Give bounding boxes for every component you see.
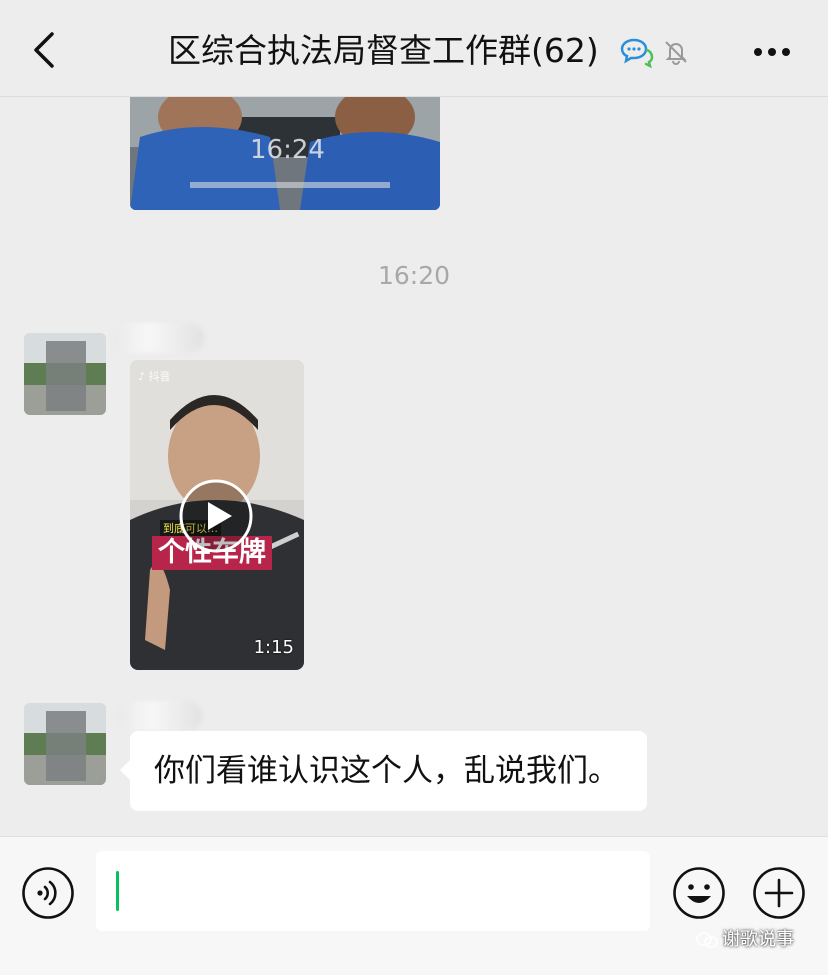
watermark: 谢歌说事 [696, 925, 794, 951]
video-duration: 1:15 [253, 637, 294, 658]
chat-title: 区综合执法局督查工作群(62) [168, 31, 599, 70]
time-separator: 16:20 [377, 261, 451, 290]
photo-message[interactable]: 16:24 [130, 97, 440, 210]
avatar[interactable] [24, 703, 106, 785]
sender-name-blurred [112, 323, 204, 353]
text-message-bubble[interactable]: 你们看谁认识这个人，乱说我们。 [120, 731, 647, 811]
chevron-left-icon[interactable] [28, 30, 62, 70]
text-cursor [116, 871, 119, 911]
tiktok-logo: ♪ 抖音 [138, 370, 171, 383]
sender-name-blurred [118, 701, 202, 731]
video-message[interactable]: ♪ 抖音 到底可以… 个性车牌 1:15 [130, 360, 304, 670]
watermark-text: 谢歌说事 [722, 929, 794, 950]
photo-overlay-time: 16:24 [250, 135, 325, 165]
chat-area[interactable]: 16:24 16:20 ♪ 抖音 到底可以… 个性车牌 [0, 97, 828, 835]
chat-bubbles-icon [620, 38, 654, 68]
input-bar: 谢歌说事 [0, 836, 828, 975]
avatar[interactable] [24, 333, 106, 415]
voice-icon[interactable] [21, 866, 75, 920]
wechat-icon [696, 932, 718, 948]
more-dots-icon[interactable] [752, 40, 792, 64]
bell-muted-icon [665, 41, 687, 65]
plus-icon[interactable] [752, 866, 806, 920]
emoji-icon[interactable] [672, 866, 726, 920]
chat-header: 区综合执法局督查工作群(62) [0, 0, 828, 97]
message-input[interactable] [96, 851, 650, 931]
play-icon[interactable] [178, 478, 254, 554]
